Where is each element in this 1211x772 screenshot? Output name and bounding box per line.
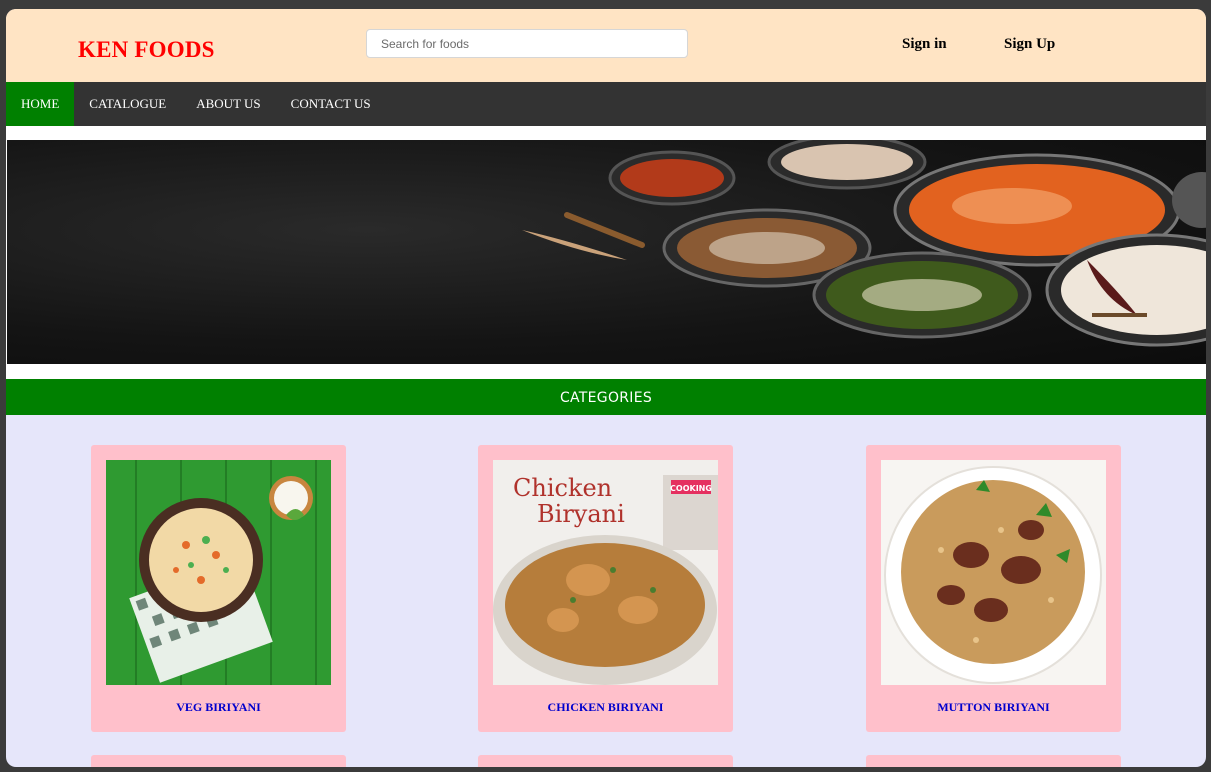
browser-page: KEN FOODS Sign in Sign Up HOME CATALOGUE… <box>6 9 1206 767</box>
food-banner-image <box>7 140 1206 364</box>
category-card-mutton-biriyani[interactable]: MUTTON BIRIYANI <box>866 445 1121 732</box>
category-card[interactable] <box>478 755 733 767</box>
image-text-cooking: COOKING <box>670 484 712 493</box>
banner-section <box>6 126 1206 379</box>
category-card-chicken-biriyani[interactable]: Chicken Biryani COOKING CHICKEN BIRIYANI <box>478 445 733 732</box>
nav-item-catalogue[interactable]: CATALOGUE <box>74 82 181 126</box>
signin-link[interactable]: Sign in <box>902 36 947 53</box>
nav-item-home[interactable]: HOME <box>6 82 75 126</box>
category-label: CHICKEN BIRIYANI <box>547 700 664 714</box>
category-card[interactable] <box>91 755 346 767</box>
category-grid: VEG BIRIYANI Chicken Biryani COOKING CHI… <box>6 415 1206 767</box>
banner-illustration <box>522 140 1206 347</box>
veg-biriyani-image <box>106 460 331 685</box>
nav-item-contact-us[interactable]: CONTACT US <box>276 82 386 126</box>
categories-header: CATEGORIES <box>6 379 1206 415</box>
site-header: KEN FOODS Sign in Sign Up <box>6 9 1206 82</box>
main-nav: HOME CATALOGUE ABOUT US CONTACT US <box>6 82 1206 126</box>
search-input[interactable] <box>366 29 688 58</box>
category-card[interactable] <box>866 755 1121 767</box>
category-label: MUTTON BIRIYANI <box>937 700 1050 714</box>
mutton-biriyani-image <box>881 460 1106 685</box>
brand-logo[interactable]: KEN FOODS <box>78 37 215 63</box>
nav-item-about-us[interactable]: ABOUT US <box>181 82 275 126</box>
chicken-biriyani-image: Chicken Biryani COOKING <box>493 460 718 685</box>
image-text-chicken: Chicken <box>513 474 612 502</box>
category-label: VEG BIRIYANI <box>176 700 261 714</box>
image-text-biryani: Biryani <box>537 500 625 528</box>
signup-link[interactable]: Sign Up <box>1004 36 1055 53</box>
category-card-veg-biriyani[interactable]: VEG BIRIYANI <box>91 445 346 732</box>
